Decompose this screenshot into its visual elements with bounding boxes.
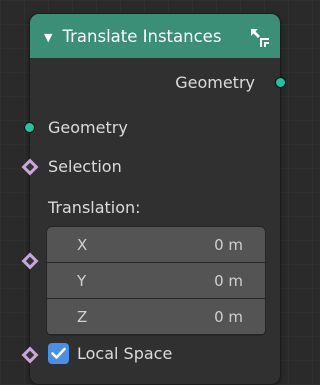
input-geometry-socket[interactable] xyxy=(24,122,35,133)
output-geometry-label: Geometry xyxy=(175,73,255,92)
axis-label: Z xyxy=(77,308,88,326)
local-space-checkbox[interactable] xyxy=(48,343,69,364)
checkmark-icon xyxy=(51,347,66,359)
selection-label: Selection xyxy=(48,157,122,176)
translation-label: Translation: xyxy=(48,198,141,217)
collapse-arrow-icon[interactable]: ▼ xyxy=(44,31,52,44)
translation-y-field[interactable]: Y 0 m xyxy=(47,263,265,298)
axis-label: X xyxy=(77,236,88,254)
output-geometry-socket[interactable] xyxy=(275,77,286,88)
translation-z-field[interactable]: Z 0 m xyxy=(47,299,265,334)
translation-x-field[interactable]: X 0 m xyxy=(47,227,265,262)
axis-value: 0 m xyxy=(214,272,243,290)
axis-value: 0 m xyxy=(214,236,243,254)
node-title: Translate Instances xyxy=(62,26,222,46)
node-header[interactable]: ▼ Translate Instances xyxy=(30,14,280,58)
local-space-label[interactable]: Local Space xyxy=(77,344,172,363)
axis-value: 0 m xyxy=(214,308,243,326)
axis-label: Y xyxy=(77,272,87,290)
input-geometry-label: Geometry xyxy=(48,118,128,137)
translation-vector-field: X 0 m Y 0 m Z 0 m xyxy=(46,226,266,336)
node-resize-icon[interactable] xyxy=(248,26,270,48)
